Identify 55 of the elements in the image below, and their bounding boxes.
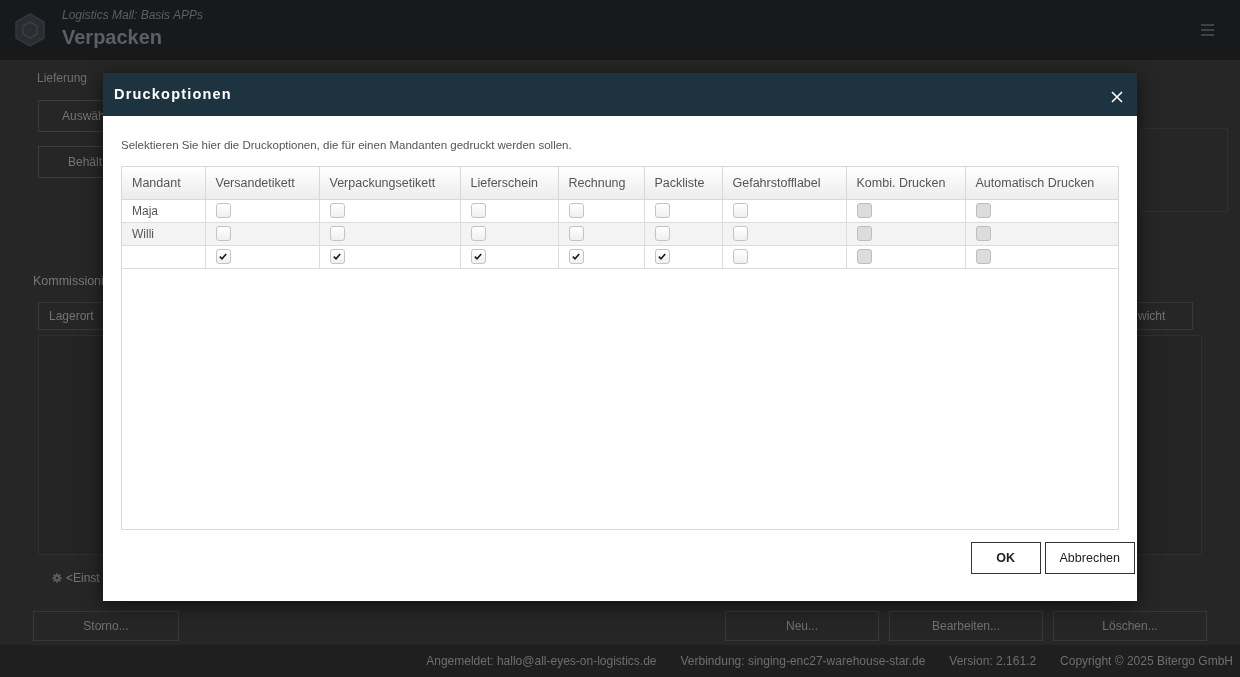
column-header: Lieferschein bbox=[460, 167, 558, 199]
checkmark-icon bbox=[219, 253, 227, 260]
cancel-dialog-button[interactable]: Abbrechen bbox=[1044, 542, 1135, 574]
section-label: Lieferung bbox=[37, 71, 88, 85]
column-header: Kombi. Drucken bbox=[846, 167, 965, 199]
checkbox[interactable] bbox=[470, 203, 486, 218]
checkbox[interactable] bbox=[470, 226, 486, 241]
new-button[interactable]: Neu... bbox=[725, 611, 879, 641]
gear-icon bbox=[52, 573, 62, 583]
close-icon bbox=[1111, 91, 1123, 103]
column-header: Packliste bbox=[644, 167, 722, 199]
dialog-title: Druckoptionen bbox=[114, 85, 232, 102]
menu-icon[interactable] bbox=[1201, 24, 1214, 36]
checkbox[interactable] bbox=[329, 226, 345, 241]
column-header: Verpackungsetikett bbox=[319, 167, 460, 199]
settings-link[interactable]: <Einst bbox=[66, 571, 100, 585]
checkmark-icon bbox=[572, 253, 580, 260]
status-text: Copyright © 2025 Bitergo GmbH bbox=[1060, 654, 1233, 668]
dialog-description: Selektieren Sie hier die Druckoptionen, die für einen Mandanten gedruckt werden sollen. bbox=[121, 138, 572, 152]
page-title: Verpacken bbox=[62, 24, 164, 49]
status-text: Angemeldet: hallo@all-eyes-on-logistics.de bbox=[426, 654, 657, 668]
checkbox[interactable] bbox=[470, 249, 486, 264]
column-header: Rechnung bbox=[558, 167, 644, 199]
checkbox[interactable] bbox=[215, 226, 231, 241]
checkbox[interactable] bbox=[329, 249, 345, 264]
checkbox[interactable] bbox=[732, 249, 748, 264]
checkbox[interactable] bbox=[215, 249, 231, 264]
checkbox[interactable] bbox=[654, 203, 670, 218]
column-header: Mandant bbox=[122, 167, 205, 199]
checkmark-icon bbox=[658, 253, 666, 260]
edit-button[interactable]: Bearbeiten... bbox=[889, 611, 1043, 641]
checkbox[interactable] bbox=[732, 203, 748, 218]
table-cell: Willi bbox=[122, 222, 205, 245]
cancel-button[interactable]: Storno... bbox=[33, 611, 179, 641]
column-header: Automatisch Drucken bbox=[965, 167, 1118, 199]
logo-icon bbox=[14, 13, 46, 47]
checkbox[interactable] bbox=[654, 226, 670, 241]
checkbox[interactable] bbox=[329, 203, 345, 218]
checkbox[interactable] bbox=[568, 203, 584, 218]
checkmark-icon bbox=[333, 253, 341, 260]
table-cell: Maja bbox=[122, 199, 205, 222]
app-subtitle: Logistics Mall: Basis APPs bbox=[62, 7, 203, 22]
checkbox[interactable] bbox=[732, 226, 748, 241]
checkbox[interactable] bbox=[568, 226, 584, 241]
checkbox[interactable] bbox=[654, 249, 670, 264]
checkbox[interactable] bbox=[215, 203, 231, 218]
checkmark-icon bbox=[474, 253, 482, 260]
status-text: Verbindung: singing-enc27-warehouse-star.de bbox=[680, 654, 926, 668]
column-header: Gefahrstofflabel bbox=[722, 167, 846, 199]
column-header: Versandetikett bbox=[205, 167, 319, 199]
status-text: Version: 2.161.2 bbox=[949, 654, 1037, 668]
checkbox[interactable] bbox=[568, 249, 584, 264]
delete-button[interactable]: Löschen... bbox=[1053, 611, 1207, 641]
section-title: Kommissioni bbox=[33, 274, 104, 288]
ok-button[interactable]: OK bbox=[970, 542, 1041, 574]
